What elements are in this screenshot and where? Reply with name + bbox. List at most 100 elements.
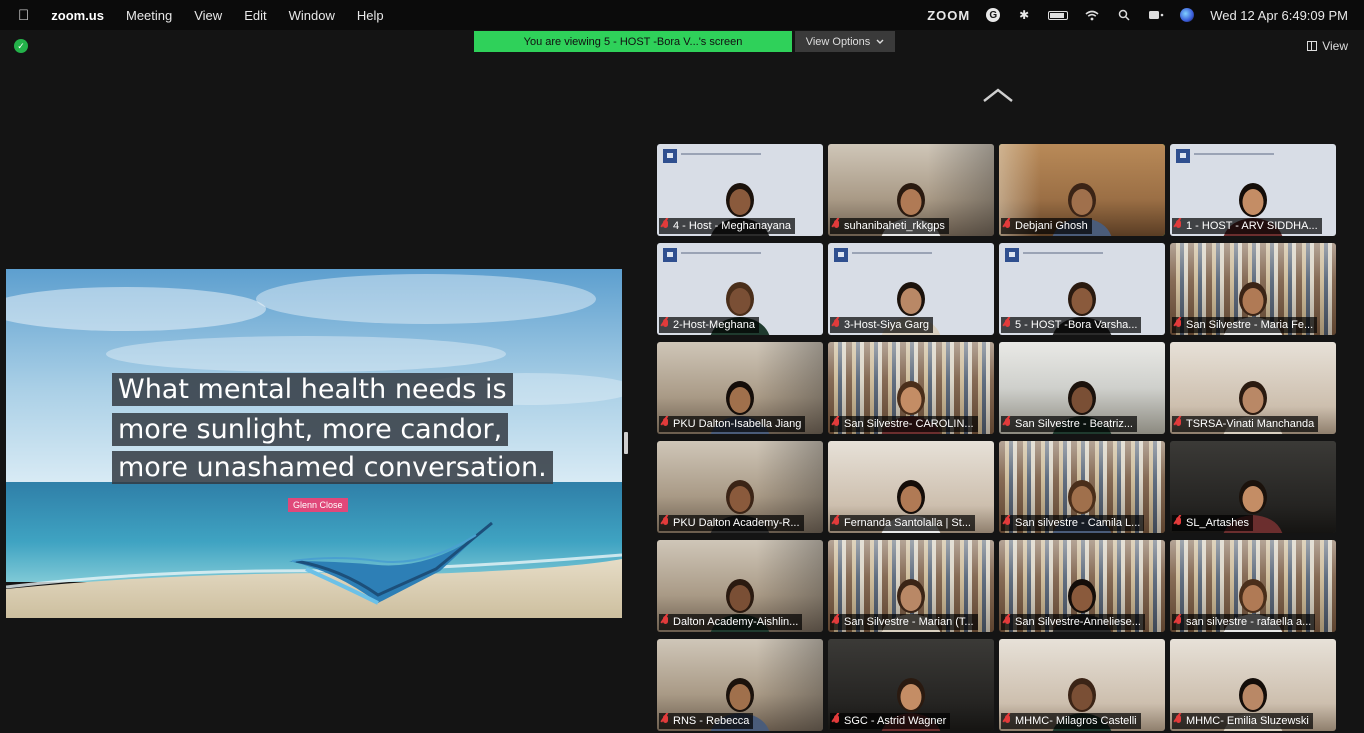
siri-icon[interactable]	[1180, 8, 1195, 22]
muted-mic-icon	[1003, 616, 1012, 628]
menu-meeting[interactable]: Meeting	[126, 8, 172, 23]
participant-name-label: San silvestre - Camila L...	[1001, 515, 1145, 531]
menu-view[interactable]: View	[194, 8, 222, 23]
view-options-label: View Options	[805, 35, 871, 48]
participant-tile[interactable]: san silvestre - rafaella a...	[1170, 540, 1336, 632]
bluetooth-icon[interactable]: ✱	[1016, 8, 1032, 22]
participant-tile[interactable]: SGC - Astrid Wagner	[828, 639, 994, 731]
muted-mic-icon	[661, 616, 670, 628]
participant-tile[interactable]: 4 - Host - Meghanayana	[657, 144, 823, 236]
layout-grid-icon	[1307, 41, 1318, 51]
wifi-icon[interactable]	[1084, 8, 1100, 22]
view-label: View	[1322, 39, 1348, 53]
apple-menu-icon[interactable]: 	[18, 7, 29, 24]
participant-tile[interactable]: San Silvestre - Marian (T...	[828, 540, 994, 632]
muted-mic-icon	[1174, 715, 1183, 727]
muted-mic-icon	[832, 319, 841, 331]
participant-tile[interactable]: San Silvestre - Maria Fe...	[1170, 243, 1336, 335]
participant-name-label: PKU Dalton-Isabella Jiang	[659, 416, 806, 432]
participant-tile[interactable]: Fernanda Santolalla | St...	[828, 441, 994, 533]
quote-line-1: What mental health needs is	[112, 373, 513, 406]
participant-tile[interactable]: Dalton Academy-Aishlin...	[657, 540, 823, 632]
muted-mic-icon	[1174, 616, 1183, 628]
menu-edit[interactable]: Edit	[244, 8, 266, 23]
menu-app-name[interactable]: zoom.us	[51, 8, 104, 23]
participant-name: PKU Dalton-Isabella Jiang	[673, 418, 802, 430]
participant-name: 5 - HOST -Bora Varsha...	[1015, 319, 1138, 331]
grammarly-icon[interactable]: G	[986, 8, 1001, 22]
split-view-resize-handle[interactable]	[624, 432, 628, 454]
participant-tile[interactable]: PKU Dalton Academy-R...	[657, 441, 823, 533]
participant-name-label: MHMC- Emilia Sluzewski	[1172, 713, 1313, 729]
participant-tile[interactable]: 3-Host-Siya Garg	[828, 243, 994, 335]
participant-name: suhanibaheti_rkkgps	[844, 220, 945, 232]
participant-name: 2-Host-Meghana	[673, 319, 755, 331]
participant-tile[interactable]: 2-Host-Meghana	[657, 243, 823, 335]
participant-tile[interactable]: San Silvestre - Beatriz...	[999, 342, 1165, 434]
participant-name: San Silvestre - Maria Fe...	[1186, 319, 1314, 331]
participant-name-label: San Silvestre-Anneliese...	[1001, 614, 1145, 630]
participant-name: RNS - Rebecca	[673, 715, 750, 727]
muted-mic-icon	[1003, 715, 1012, 727]
menu-bar-clock[interactable]: Wed 12 Apr 6:49:09 PM	[1210, 8, 1348, 23]
participant-tile[interactable]: MHMC- Emilia Sluzewski	[1170, 639, 1336, 731]
participant-name-label: suhanibaheti_rkkgps	[830, 218, 949, 234]
spotlight-search-icon[interactable]	[1116, 8, 1132, 22]
viewing-screen-banner: You are viewing 5 - HOST -Bora V...'s sc…	[474, 31, 792, 52]
view-layout-button[interactable]: View	[1307, 39, 1348, 53]
participant-tile[interactable]: San Silvestre- CAROLIN...	[828, 342, 994, 434]
participant-name-label: TSRSA-Vinati Manchanda	[1172, 416, 1319, 432]
participant-name-label: 2-Host-Meghana	[659, 317, 759, 333]
muted-mic-icon	[832, 616, 841, 628]
zoom-status-icon[interactable]: ZOOM	[927, 8, 970, 23]
participant-name-label: RNS - Rebecca	[659, 713, 754, 729]
participant-name-label: 5 - HOST -Bora Varsha...	[1001, 317, 1142, 333]
participant-tile[interactable]: Debjani Ghosh	[999, 144, 1165, 236]
quote-author-tag: Glenn Close	[288, 498, 348, 512]
security-shield-icon[interactable]: ✓	[14, 39, 28, 53]
muted-mic-icon	[832, 418, 841, 430]
menu-window[interactable]: Window	[289, 8, 335, 23]
participant-name: San Silvestre - Beatriz...	[1015, 418, 1133, 430]
participant-tile[interactable]: 5 - HOST -Bora Varsha...	[999, 243, 1165, 335]
participant-name: SGC - Astrid Wagner	[844, 715, 947, 727]
participant-name: san silvestre - rafaella a...	[1186, 616, 1312, 628]
battery-icon[interactable]	[1048, 10, 1069, 20]
participant-name-label: San Silvestre - Maria Fe...	[1172, 317, 1318, 333]
shared-screen-view: What mental health needs is more sunligh…	[6, 269, 622, 618]
muted-mic-icon	[1003, 517, 1012, 529]
participant-tile[interactable]: RNS - Rebecca	[657, 639, 823, 731]
quote-line-3: more unashamed conversation.	[112, 451, 553, 484]
chevron-down-icon	[876, 36, 884, 48]
participant-tile[interactable]: PKU Dalton-Isabella Jiang	[657, 342, 823, 434]
participant-tile[interactable]: San silvestre - Camila L...	[999, 441, 1165, 533]
participant-name: SL_Artashes	[1186, 517, 1249, 529]
participant-name-label: San Silvestre- CAROLIN...	[830, 416, 978, 432]
participant-tile[interactable]: SL_Artashes	[1170, 441, 1336, 533]
muted-mic-icon	[1174, 319, 1183, 331]
participant-name-label: Dalton Academy-Aishlin...	[659, 614, 803, 630]
muted-mic-icon	[1174, 517, 1183, 529]
participant-tile[interactable]: MHMC- Milagros Castelli	[999, 639, 1165, 731]
participant-tile[interactable]: TSRSA-Vinati Manchanda	[1170, 342, 1336, 434]
participant-tile[interactable]: San Silvestre-Anneliese...	[999, 540, 1165, 632]
muted-mic-icon	[1003, 220, 1012, 232]
menu-help[interactable]: Help	[357, 8, 384, 23]
participant-name: Fernanda Santolalla | St...	[844, 517, 971, 529]
participant-name-label: SGC - Astrid Wagner	[830, 713, 951, 729]
participant-name: MHMC- Milagros Castelli	[1015, 715, 1137, 727]
muted-mic-icon	[661, 319, 670, 331]
control-center-icon[interactable]	[1148, 8, 1164, 22]
view-options-button[interactable]: View Options	[795, 31, 895, 52]
participant-tile[interactable]: suhanibaheti_rkkgps	[828, 144, 994, 236]
participant-name: Dalton Academy-Aishlin...	[673, 616, 799, 628]
participant-name: San Silvestre- CAROLIN...	[844, 418, 974, 430]
participant-name-label: SL_Artashes	[1172, 515, 1253, 531]
participant-name-label: san silvestre - rafaella a...	[1172, 614, 1316, 630]
participant-name: San Silvestre-Anneliese...	[1015, 616, 1141, 628]
muted-mic-icon	[832, 715, 841, 727]
participant-tile[interactable]: 1 - HOST - ARV SIDDHA...	[1170, 144, 1336, 236]
participant-name: San silvestre - Camila L...	[1015, 517, 1141, 529]
collapse-gallery-chevron-icon[interactable]	[981, 86, 1015, 104]
participant-name: PKU Dalton Academy-R...	[673, 517, 800, 529]
